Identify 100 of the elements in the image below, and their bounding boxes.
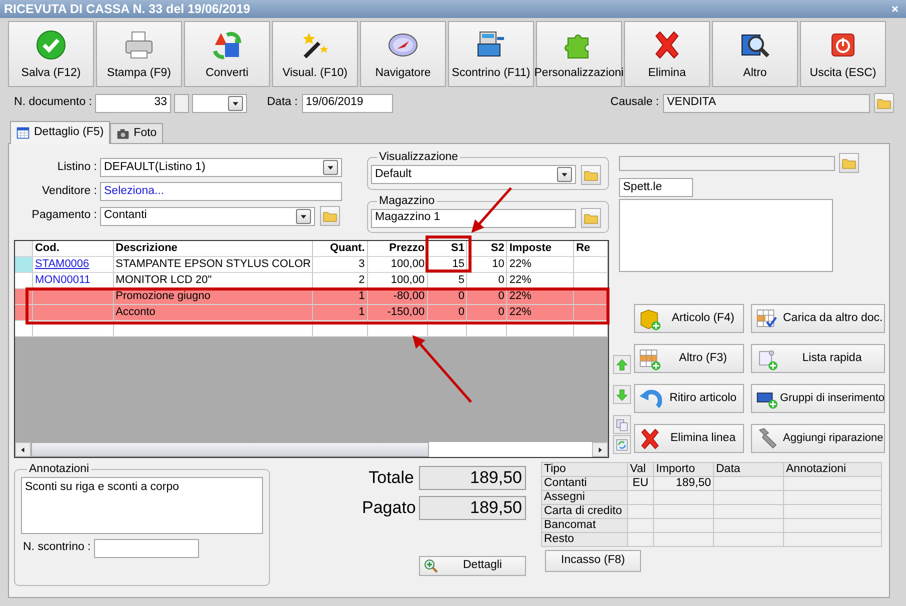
item-code-link[interactable]: MON00011 <box>32 273 114 289</box>
folder-button[interactable] <box>581 208 601 228</box>
field-label: Causale : <box>610 96 659 110</box>
row-header: Bancomat <box>542 518 628 532</box>
folder-button[interactable] <box>839 153 859 173</box>
up-arrow-icon <box>615 358 629 372</box>
refresh-button[interactable] <box>613 435 631 454</box>
date-field[interactable]: 19/06/2019 <box>302 94 393 112</box>
column-header[interactable]: Data <box>714 462 784 476</box>
arrow <box>471 187 512 233</box>
field-label: Pagamento : <box>30 209 98 223</box>
folder-button[interactable] <box>874 93 894 113</box>
toolbar-button[interactable]: Altro <box>712 21 798 87</box>
action-button[interactable]: Elimina linea <box>634 424 744 453</box>
folder-button[interactable] <box>581 164 601 184</box>
toolbar-button[interactable]: Converti <box>184 21 270 87</box>
causale-field[interactable]: VENDITA <box>663 94 870 112</box>
arrow <box>412 335 472 403</box>
move-down-button[interactable] <box>613 385 631 404</box>
scroll-left-button[interactable] <box>15 442 31 457</box>
collect-button[interactable]: Incasso (F8) <box>545 550 641 572</box>
table-cell: 5 <box>428 273 468 289</box>
window-title: RICEVUTA DI CASSA N. 33 del 19/06/2019 <box>4 2 250 16</box>
venditore-field[interactable]: Seleziona... <box>100 182 342 201</box>
scrollbar-thumb[interactable] <box>31 442 429 457</box>
table-cell: MONITOR LCD 20" <box>114 273 313 289</box>
toolbar-button[interactable]: Uscita (ESC) <box>800 21 886 87</box>
warehouse-field[interactable]: Magazzino 1 <box>371 208 576 228</box>
folder-button[interactable] <box>320 206 340 226</box>
toolbar-button[interactable]: Stampa (F9) <box>96 21 182 87</box>
row-header: Carta di credito <box>542 504 628 518</box>
table-cell: 22% <box>507 273 574 289</box>
grid-check-icon <box>755 306 779 330</box>
table-cell: EU <box>628 476 654 490</box>
row-header: Resto <box>542 532 628 546</box>
zoom-in-icon <box>423 558 439 574</box>
receipt-number-field[interactable] <box>94 538 199 558</box>
total-label: Pagato <box>362 498 414 518</box>
table-cell: 2 <box>312 273 368 289</box>
group-title: Visualizzazione <box>378 152 460 164</box>
toolbar-button[interactable]: Visual. (F10) <box>272 21 358 87</box>
move-up-button[interactable] <box>613 355 631 374</box>
close-button[interactable] <box>890 4 900 14</box>
address-field[interactable] <box>619 199 833 272</box>
field-label: Listino : <box>56 160 98 174</box>
action-button[interactable]: Carica da altro doc. <box>751 304 885 333</box>
check-icon <box>35 29 67 62</box>
calendar-icon <box>16 126 30 140</box>
action-button[interactable]: Altro (F3) <box>634 344 744 373</box>
column-header[interactable]: Annotazioni <box>784 462 882 476</box>
field-label: Data : <box>267 96 298 110</box>
number-field[interactable]: 33 <box>95 94 171 112</box>
copy-button[interactable] <box>613 415 631 434</box>
action-button[interactable]: Aggiungi riparazione <box>751 424 885 453</box>
customer-field[interactable] <box>619 156 835 170</box>
row-marker[interactable] <box>15 257 33 273</box>
listino-dropdown[interactable]: DEFAULT(Listino 1) <box>100 158 342 177</box>
copy-icon <box>615 418 629 432</box>
number-suffix-field[interactable] <box>174 94 189 112</box>
tab[interactable]: Foto <box>110 123 163 143</box>
down-arrow-icon <box>615 388 629 402</box>
column-header[interactable]: Val <box>628 462 654 476</box>
column-header[interactable]: Importo <box>654 462 714 476</box>
tab[interactable]: Dettaglio (F5) <box>10 121 110 144</box>
action-button[interactable]: Gruppi di inserimento <box>751 384 885 413</box>
row-marker[interactable] <box>15 273 33 289</box>
notes-field[interactable]: Sconti su riga e sconti a corpo <box>21 476 263 534</box>
details-button[interactable]: Dettagli <box>419 556 526 576</box>
action-button[interactable]: Lista rapida <box>751 344 885 373</box>
group-title: Annotazioni <box>28 464 90 476</box>
total-field: 189,50 <box>419 496 526 520</box>
series-dropdown[interactable] <box>192 94 247 112</box>
toolbar-button[interactable]: Personalizzazioni <box>536 21 622 87</box>
toolbar-button[interactable]: Scontrino (F11) <box>448 21 534 87</box>
action-button[interactable]: Ritiro articolo <box>634 384 744 413</box>
scroll-right-button[interactable] <box>592 442 608 457</box>
header-corner <box>15 241 33 257</box>
field-label: Venditore : <box>41 184 98 198</box>
group-title: Magazzino <box>378 196 436 207</box>
view-dropdown[interactable]: Default <box>371 165 576 184</box>
shapes-icon <box>211 29 243 62</box>
action-button[interactable]: Articolo (F4) <box>634 304 744 333</box>
box-plus-icon <box>638 306 662 330</box>
field-label: N. scontrino : <box>22 541 92 555</box>
toolbar-button[interactable]: Elimina <box>624 21 710 87</box>
total-label: Totale <box>368 468 414 488</box>
highlight-frame <box>426 236 472 272</box>
toolbar-button[interactable]: Navigatore <box>360 21 446 87</box>
row-header: Contanti <box>542 476 628 490</box>
table-cell: 189,50 <box>654 476 714 490</box>
close-icon <box>890 4 900 14</box>
toolbar-button[interactable]: Salva (F12) <box>8 21 94 87</box>
refresh-icon <box>615 438 629 452</box>
camera-icon <box>116 126 130 140</box>
column-header[interactable]: Tipo <box>542 462 628 476</box>
grid-plus-icon <box>638 346 662 370</box>
printer-icon <box>123 29 155 62</box>
pagamento-dropdown[interactable]: Contanti <box>100 206 315 226</box>
salutation-field[interactable]: Spett.le <box>619 178 693 197</box>
total-field: 189,50 <box>419 466 526 490</box>
